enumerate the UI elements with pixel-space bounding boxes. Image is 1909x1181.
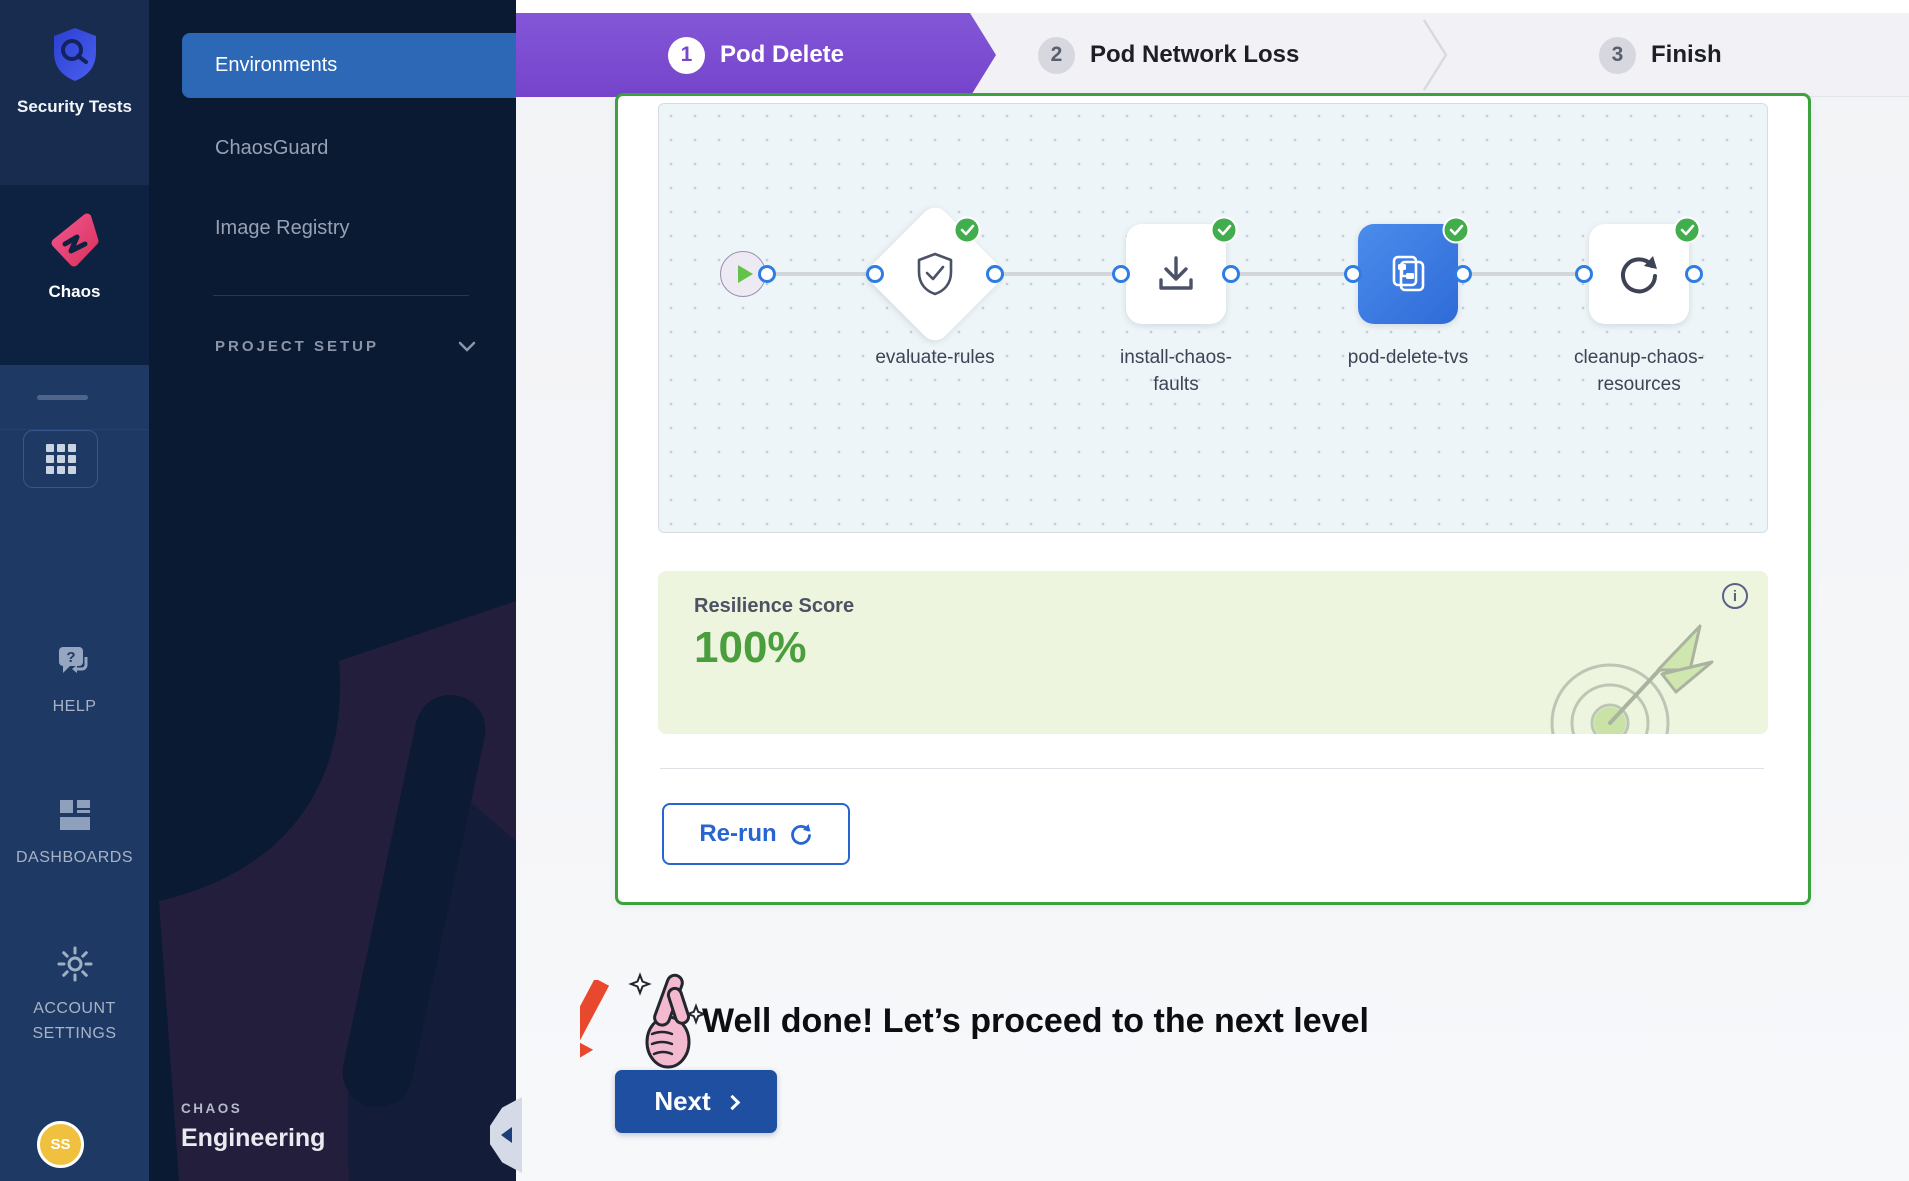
help-chat-icon: ? [55,645,95,686]
step-number: 3 [1599,37,1636,74]
sidebar-divider [213,295,469,296]
experiment-result-panel: evaluate-rules install-chaos-faults pod-… [615,93,1811,905]
node-label: install-chaos-faults [1100,344,1252,398]
rail-item-account-settings[interactable]: ACCOUNT SETTINGS [0,945,149,1046]
node-pod-delete-tvs[interactable] [1358,224,1458,324]
rail-item-help[interactable]: ? HELP [0,645,149,719]
refresh-icon [1615,250,1663,298]
sidebar-item-environments[interactable]: Environments [182,33,516,98]
sidebar-item-chaosguard[interactable]: ChaosGuard [182,123,516,173]
resilience-score-card: Resilience Score 100% i [658,571,1768,734]
sidebar-item-label: Environments [215,54,337,77]
section-label: PROJECT SETUP [215,338,379,355]
node-label: pod-delete-tvs [1323,344,1493,371]
play-icon [738,265,753,283]
footer-project-name: Engineering [181,1124,325,1153]
score-value: 100% [694,623,807,673]
finger-crossed-hand-emoji [628,966,708,1076]
download-icon [1154,252,1198,296]
collapse-left-icon [501,1127,512,1143]
chaos-logo-icon [47,211,103,272]
port[interactable] [1222,265,1240,283]
rerun-button[interactable]: Re-run [662,803,850,865]
next-label: Next [654,1086,710,1117]
chaos-fault-icon [1385,251,1431,297]
dashboards-icon [58,798,92,837]
port[interactable] [1112,265,1130,283]
port[interactable] [758,265,776,283]
grid-icon [46,444,76,474]
project-sidebar: Environments ChaosGuard Image Registry P… [149,0,516,1181]
step-label: Pod Network Loss [1090,41,1299,69]
svg-text:?: ? [66,649,75,666]
rail-item-label: ACCOUNT SETTINGS [32,996,116,1046]
score-title: Resilience Score [694,595,854,618]
sidebar-item-label: ChaosGuard [215,137,328,160]
user-avatar[interactable]: SS [37,1121,84,1168]
avatar-initials: SS [50,1136,70,1153]
rerun-refresh-icon [789,822,813,846]
module-chaos[interactable]: Chaos [0,185,149,365]
module-label: Chaos [49,282,101,302]
project-setup-section[interactable]: PROJECT SETUP [215,338,476,355]
port[interactable] [866,265,884,283]
rerun-label: Re-run [699,820,776,848]
port[interactable] [1575,265,1593,283]
success-check-icon [1674,217,1701,244]
footer-module-label: CHAOS [181,1101,325,1116]
step-finish[interactable]: 3 Finish [1599,13,1722,97]
rail-item-label: DASHBOARDS [16,845,133,870]
node-label: evaluate-rules [850,344,1020,371]
wizard-stepper: 1 Pod Delete 2 Pod Network Loss 3 Finish [516,13,1909,97]
port[interactable] [1344,265,1362,283]
panel-divider [660,768,1764,769]
step-label: Pod Delete [720,41,844,69]
module-rail: Security Tests Chaos [0,0,149,1181]
pipeline-canvas[interactable]: evaluate-rules install-chaos-faults pod-… [658,103,1768,533]
sidebar-item-image-registry[interactable]: Image Registry [182,203,516,253]
chaos-engineering-app: Security Tests Chaos [0,0,1909,1181]
step-number: 1 [668,37,705,74]
step-pod-network-loss[interactable]: 2 Pod Network Loss [1038,13,1299,97]
security-shield-icon [50,26,100,87]
rail-item-label: HELP [53,694,97,719]
success-check-icon [954,217,981,244]
chevron-right-icon [724,1094,740,1110]
chaos-watermark [149,541,516,1181]
next-button[interactable]: Next [615,1070,777,1133]
top-strip [516,0,1909,13]
module-security-tests[interactable]: Security Tests [0,0,149,185]
node-label: cleanup-chaos-resources [1554,344,1724,398]
success-check-icon [1443,217,1470,244]
target-dart-illustration [1550,618,1720,734]
chevron-down-icon [458,341,476,352]
main-content: 1 Pod Delete 2 Pod Network Loss 3 Finish [516,0,1909,1181]
step-separator-chevron [1421,18,1449,92]
port[interactable] [986,265,1004,283]
step-number: 2 [1038,37,1075,74]
node-cleanup-chaos-resources[interactable] [1589,224,1689,324]
port[interactable] [1454,265,1472,283]
sidebar-item-label: Image Registry [215,217,350,240]
project-footer: CHAOS Engineering [181,1101,325,1153]
port[interactable] [1685,265,1703,283]
step-pod-delete[interactable]: 1 Pod Delete [516,13,996,97]
rail-drag-handle[interactable] [37,395,88,400]
gear-icon [56,945,94,988]
module-picker-button[interactable] [23,430,98,488]
rail-item-dashboards[interactable]: DASHBOARDS [0,798,149,870]
success-check-icon [1211,217,1238,244]
module-label: Security Tests [17,97,132,117]
info-icon[interactable]: i [1722,583,1748,609]
step-label: Finish [1651,41,1722,69]
shield-check-icon [914,251,956,297]
node-install-chaos-faults[interactable] [1126,224,1226,324]
congrats-message: Well done! Let’s proceed to the next lev… [702,1002,1369,1041]
